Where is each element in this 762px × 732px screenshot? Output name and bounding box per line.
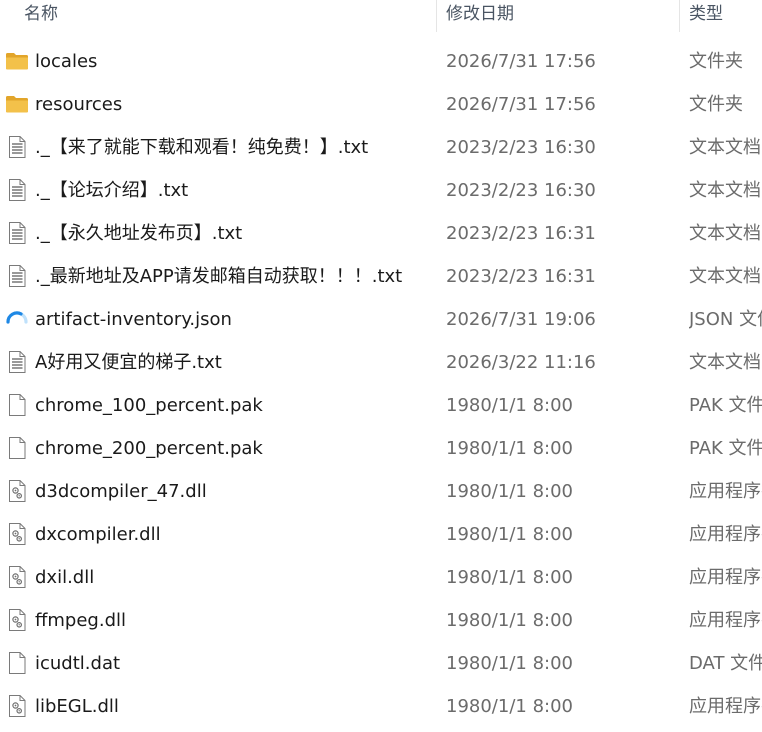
file-type: 文本文档: [689, 137, 761, 158]
file-date-modified: 2023/2/23 16:31: [446, 266, 596, 287]
file-type: 应用程序扩展: [689, 567, 762, 588]
dll-file-icon: [5, 608, 29, 632]
file-name: resources: [35, 94, 123, 115]
file-row[interactable]: icudtl.dat 1980/1/1 8:00 DAT 文件: [0, 642, 762, 685]
file-date-modified: 2026/7/31 17:56: [446, 51, 596, 72]
file-row[interactable]: ._【来了就能下载和观看！纯免费！】.txt 2023/2/23 16:30 文本文…: [0, 126, 762, 169]
file-name: dxil.dll: [35, 567, 95, 588]
column-header-bar: 名称 修改日期 类型: [0, 0, 762, 32]
file-type: 应用程序扩展: [689, 524, 762, 545]
file-name: artifact-inventory.json: [35, 309, 232, 330]
file-name: A好用又便宜的梯子.txt: [35, 352, 222, 373]
dll-file-icon: [5, 479, 29, 503]
file-date-modified: 1980/1/1 8:00: [446, 696, 573, 717]
file-type: 应用程序扩展: [689, 481, 762, 502]
file-type: PAK 文件: [689, 395, 762, 416]
file-name: ._【永久地址发布页】.txt: [35, 223, 243, 244]
text-file-icon: [5, 264, 29, 288]
file-row[interactable]: d3dcompiler_47.dll 1980/1/1 8:00 应用程序扩展: [0, 470, 762, 513]
file-date-modified: 1980/1/1 8:00: [446, 610, 573, 631]
file-date-modified: 2026/3/22 11:16: [446, 352, 596, 373]
dll-file-icon: [5, 565, 29, 589]
file-row[interactable]: locales 2026/7/31 17:56 文件夹: [0, 40, 762, 83]
file-date-modified: 1980/1/1 8:00: [446, 481, 573, 502]
file-row[interactable]: ._最新地址及APP请发邮箱自动获取！！！.txt 2023/2/23 16:31…: [0, 255, 762, 298]
file-row[interactable]: chrome_200_percent.pak 1980/1/1 8:00 PAK 文…: [0, 427, 762, 470]
text-file-icon: [5, 135, 29, 159]
file-date-modified: 2026/7/31 17:56: [446, 94, 596, 115]
column-divider[interactable]: [436, 0, 437, 32]
file-date-modified: 1980/1/1 8:00: [446, 524, 573, 545]
file-row[interactable]: dxil.dll 1980/1/1 8:00 应用程序扩展: [0, 556, 762, 599]
file-name: ffmpeg.dll: [35, 610, 127, 631]
text-file-icon: [5, 221, 29, 245]
file-row[interactable]: chrome_100_percent.pak 1980/1/1 8:00 PAK 文…: [0, 384, 762, 427]
file-date-modified: 2026/7/31 19:06: [446, 309, 596, 330]
file-date-modified: 1980/1/1 8:00: [446, 438, 573, 459]
file-type: DAT 文件: [689, 653, 762, 674]
file-row[interactable]: artifact-inventory.json 2026/7/31 19:06 JS…: [0, 298, 762, 341]
folder-icon: [5, 92, 29, 116]
file-type: 文本文档: [689, 180, 761, 201]
file-type: PAK 文件: [689, 438, 762, 459]
file-date-modified: 1980/1/1 8:00: [446, 395, 573, 416]
file-name: d3dcompiler_47.dll: [35, 481, 207, 502]
file-row[interactable]: libEGL.dll 1980/1/1 8:00 应用程序扩展: [0, 685, 762, 728]
file-date-modified: 2023/2/23 16:30: [446, 180, 596, 201]
file-name: libEGL.dll: [35, 696, 119, 717]
column-divider[interactable]: [679, 0, 680, 32]
text-file-icon: [5, 350, 29, 374]
folder-icon: [5, 49, 29, 73]
file-type: 文件夹: [689, 51, 743, 72]
file-name: locales: [35, 51, 98, 72]
file-type: 应用程序扩展: [689, 696, 762, 717]
blank-file-icon: [5, 651, 29, 675]
file-row[interactable]: ._【永久地址发布页】.txt 2023/2/23 16:31 文本文档: [0, 212, 762, 255]
file-type: JSON 文件: [689, 309, 762, 330]
json-file-icon: [5, 307, 29, 331]
file-row[interactable]: ffmpeg.dll 1980/1/1 8:00 应用程序扩展: [0, 599, 762, 642]
dll-file-icon: [5, 522, 29, 546]
file-type: 应用程序扩展: [689, 610, 762, 631]
text-file-icon: [5, 178, 29, 202]
column-header-date-modified[interactable]: 修改日期: [446, 0, 514, 30]
file-row[interactable]: A好用又便宜的梯子.txt 2026/3/22 11:16 文本文档: [0, 341, 762, 384]
file-row[interactable]: ._【论坛介绍】.txt 2023/2/23 16:30 文本文档: [0, 169, 762, 212]
file-name: ._最新地址及APP请发邮箱自动获取！！！.txt: [35, 266, 403, 287]
column-header-type[interactable]: 类型: [689, 0, 723, 30]
file-name: chrome_100_percent.pak: [35, 395, 263, 416]
file-date-modified: 1980/1/1 8:00: [446, 567, 573, 588]
column-header-name[interactable]: 名称: [24, 0, 58, 30]
file-name: ._【来了就能下载和观看！纯免费！】.txt: [35, 137, 369, 158]
file-type: 文本文档: [689, 266, 761, 287]
file-name: icudtl.dat: [35, 653, 121, 674]
file-row[interactable]: resources 2026/7/31 17:56 文件夹: [0, 83, 762, 126]
blank-file-icon: [5, 393, 29, 417]
file-name: chrome_200_percent.pak: [35, 438, 263, 459]
file-date-modified: 2023/2/23 16:30: [446, 137, 596, 158]
blank-file-icon: [5, 436, 29, 460]
file-date-modified: 2023/2/23 16:31: [446, 223, 596, 244]
dll-file-icon: [5, 694, 29, 718]
file-list: locales 2026/7/31 17:56 文件夹 resources 2026/7…: [0, 40, 762, 728]
file-name: ._【论坛介绍】.txt: [35, 180, 189, 201]
file-date-modified: 1980/1/1 8:00: [446, 653, 573, 674]
file-type: 文本文档: [689, 223, 761, 244]
file-type: 文本文档: [689, 352, 761, 373]
file-type: 文件夹: [689, 94, 743, 115]
file-row[interactable]: dxcompiler.dll 1980/1/1 8:00 应用程序扩展: [0, 513, 762, 556]
file-name: dxcompiler.dll: [35, 524, 161, 545]
